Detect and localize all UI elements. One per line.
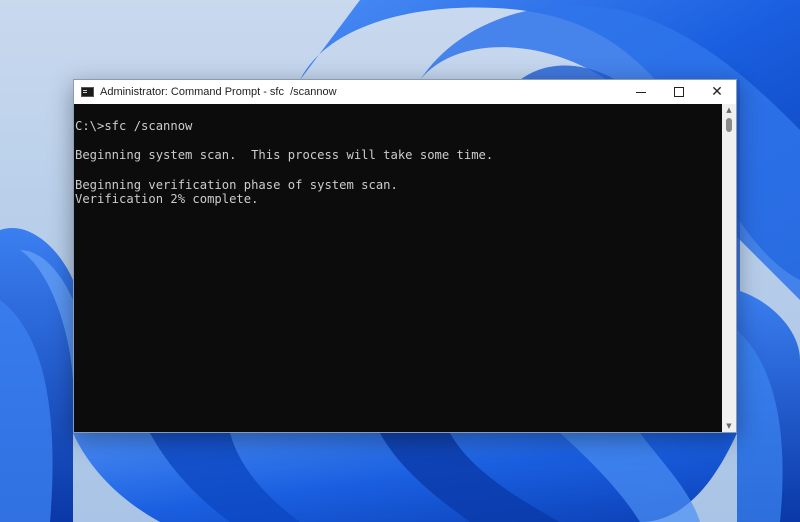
console-line: C:\>sfc /scannow bbox=[75, 119, 193, 133]
command-prompt-window[interactable]: Administrator: Command Prompt - sfc /sca… bbox=[73, 79, 737, 433]
scroll-down-button[interactable]: ▼ bbox=[722, 420, 736, 432]
console-line: Beginning verification phase of system s… bbox=[75, 177, 398, 192]
minimize-icon bbox=[636, 91, 646, 93]
maximize-icon bbox=[674, 87, 684, 97]
maximize-button[interactable] bbox=[660, 80, 698, 104]
console-line: Verification 2% complete. bbox=[75, 192, 259, 207]
close-button[interactable]: ✕ bbox=[698, 80, 736, 104]
console-line: Beginning system scan. This process will… bbox=[75, 148, 494, 163]
close-icon: ✕ bbox=[711, 84, 723, 100]
minimize-button[interactable] bbox=[622, 80, 660, 104]
arrow-up-icon: ▲ bbox=[726, 106, 732, 114]
scroll-up-button[interactable]: ▲ bbox=[722, 104, 736, 116]
window-title: Administrator: Command Prompt - sfc /sca… bbox=[100, 86, 337, 98]
cmd-icon bbox=[81, 87, 94, 97]
arrow-down-icon: ▼ bbox=[726, 422, 732, 430]
scroll-thumb[interactable] bbox=[726, 118, 732, 132]
console-output[interactable]: C:\>sfc /scannow Beginning system scan. … bbox=[74, 104, 722, 432]
console-text: C:\>sfc /scannow Beginning system scan. … bbox=[74, 104, 722, 207]
title-bar[interactable]: Administrator: Command Prompt - sfc /sca… bbox=[74, 80, 736, 104]
vertical-scrollbar[interactable]: ▲ ▼ bbox=[722, 104, 736, 432]
